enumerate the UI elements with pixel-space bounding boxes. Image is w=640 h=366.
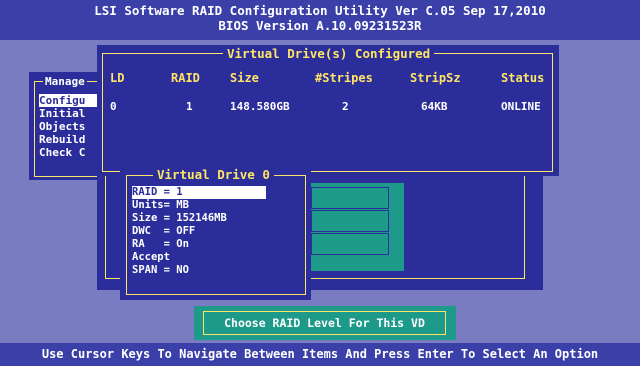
col-header-status: Status bbox=[501, 71, 545, 85]
vd-configured-panel: Virtual Drive(s) Configured LD RAID Size… bbox=[97, 45, 559, 176]
cell-size: 148.580GB bbox=[230, 100, 290, 113]
virtual-drive-dialog: Virtual Drive 0 RAID = 1 Units= MB Size … bbox=[120, 168, 311, 300]
virtual-drive-title: Virtual Drive 0 bbox=[153, 168, 274, 182]
col-header-stripsz: StripSz bbox=[410, 71, 461, 85]
array-cell-3 bbox=[311, 233, 389, 255]
accept-option[interactable]: Accept bbox=[132, 251, 302, 264]
col-header-ld: LD bbox=[110, 71, 125, 85]
main-menu-title: Manage bbox=[43, 75, 87, 89]
array-cell-2 bbox=[311, 210, 389, 232]
option-ra[interactable]: RA = On bbox=[132, 238, 302, 251]
option-raid-level[interactable]: RAID = 1 bbox=[132, 186, 266, 199]
cell-stripes: 2 bbox=[342, 100, 349, 113]
option-span[interactable]: SPAN = NO bbox=[132, 264, 302, 277]
array-block bbox=[311, 183, 404, 271]
cell-raid: 1 bbox=[186, 100, 193, 113]
vd-configured-title: Virtual Drive(s) Configured bbox=[223, 47, 435, 61]
help-box: Choose RAID Level For This VD bbox=[194, 306, 456, 340]
table-row[interactable]: 0 1 148.580GB 2 64KB ONLINE bbox=[97, 100, 559, 116]
status-bar: Use Cursor Keys To Navigate Between Item… bbox=[0, 343, 640, 366]
help-text-frame: Choose RAID Level For This VD bbox=[203, 311, 446, 335]
option-dwc[interactable]: DWC = OFF bbox=[132, 225, 302, 238]
option-units[interactable]: Units= MB bbox=[132, 199, 302, 212]
app-title: LSI Software RAID Configuration Utility … bbox=[94, 3, 546, 18]
col-header-raid: RAID bbox=[171, 71, 200, 85]
help-text: Choose RAID Level For This VD bbox=[224, 316, 425, 330]
array-cell-1 bbox=[311, 187, 389, 209]
status-help-text: Use Cursor Keys To Navigate Between Item… bbox=[41, 347, 599, 361]
cell-stripsz: 64KB bbox=[421, 100, 448, 113]
cell-ld: 0 bbox=[110, 100, 117, 113]
cell-status: ONLINE bbox=[501, 100, 541, 113]
col-header-size: Size bbox=[230, 71, 259, 85]
col-header-stripes: #Stripes bbox=[315, 71, 373, 85]
option-size[interactable]: Size = 152146MB bbox=[132, 212, 302, 225]
title-bar: LSI Software RAID Configuration Utility … bbox=[0, 0, 640, 40]
virtual-drive-options: RAID = 1 Units= MB Size = 152146MB DWC =… bbox=[132, 186, 302, 277]
bios-version: BIOS Version A.10.09231523R bbox=[218, 18, 422, 33]
